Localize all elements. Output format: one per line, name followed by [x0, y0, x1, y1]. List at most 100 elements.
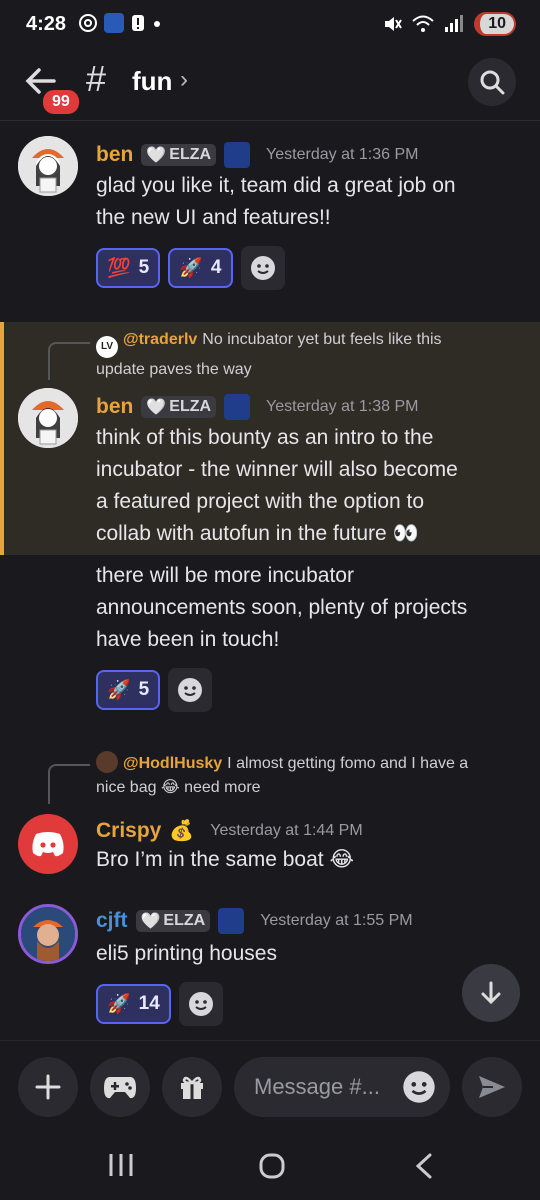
- status-notification-icons: [78, 13, 162, 33]
- heart-icon: 🤍: [140, 913, 161, 930]
- search-button[interactable]: [468, 58, 516, 106]
- reply-text: update paves the way: [96, 361, 252, 378]
- reaction-count: 4: [210, 257, 222, 278]
- add-reaction-button[interactable]: [240, 246, 285, 290]
- reaction-count: 14: [138, 993, 160, 1014]
- timestamp: Yesterday at 1:44 PM: [210, 821, 363, 839]
- username[interactable]: ben: [96, 395, 133, 419]
- server-tag[interactable]: 🤍 ELZA: [141, 144, 217, 166]
- reaction-emoji: 🚀: [107, 994, 131, 1015]
- reaction-count: 5: [138, 679, 150, 700]
- home-button[interactable]: [258, 1152, 286, 1185]
- reaction-emoji: 💯: [107, 258, 131, 279]
- reply-avatar: [96, 751, 118, 773]
- message-text: think of this bounty as an intro to the …: [96, 422, 516, 550]
- server-tag[interactable]: 🤍 ELZA: [141, 396, 217, 418]
- hash-icon: #: [86, 58, 107, 99]
- reaction-rocket[interactable]: 🚀 4: [168, 248, 233, 288]
- app-notification-icon: [104, 13, 124, 33]
- add-reaction-button[interactable]: [178, 982, 223, 1026]
- server-tag[interactable]: 🤍 ELZA: [135, 910, 211, 932]
- send-button[interactable]: [462, 1057, 522, 1117]
- message-text: glad you like it, team did a great job o…: [96, 170, 516, 234]
- text-line: eli5 printing houses: [96, 942, 277, 965]
- avatar[interactable]: [18, 904, 78, 964]
- avatar[interactable]: [18, 136, 78, 196]
- reaction-rocket[interactable]: 🚀 5: [96, 670, 161, 710]
- gift-button[interactable]: [162, 1057, 222, 1117]
- text-line: have been in touch!: [96, 628, 280, 651]
- reply-avatar: LV: [96, 336, 118, 358]
- timestamp: Yesterday at 1:36 PM: [266, 146, 419, 163]
- plus-icon: [35, 1074, 61, 1100]
- username[interactable]: cjft: [96, 909, 128, 933]
- discord-logo-icon: [32, 832, 64, 857]
- tag-label: ELZA: [163, 912, 206, 929]
- smiley-icon: [178, 678, 203, 702]
- channel-name[interactable]: fun: [132, 66, 172, 97]
- text-line: Bro I’m in the same boat 😂: [96, 848, 354, 871]
- add-reaction-button[interactable]: [168, 668, 213, 712]
- heart-icon: 🤍: [146, 147, 167, 164]
- message-header: ben 🤍 ELZA Yesterday at 1:36 PM: [96, 142, 418, 168]
- avatar[interactable]: [18, 388, 78, 448]
- reactions: 🚀 14: [96, 982, 223, 1026]
- reply-text: nice bag 😂 need more: [96, 779, 261, 796]
- username[interactable]: Crispy: [96, 819, 161, 843]
- text-line: the new UI and features!!: [96, 206, 331, 229]
- home-icon: [259, 1153, 285, 1179]
- reaction-100[interactable]: 💯 5: [96, 248, 161, 288]
- smiley-icon: [188, 992, 213, 1016]
- reply-connector: [48, 342, 90, 380]
- gift-icon: [181, 1076, 203, 1099]
- text-line: there will be more incubator: [96, 564, 354, 587]
- status-time: 4:28: [26, 13, 67, 35]
- reply-preview[interactable]: LV @traderlv No incubator yet but feels li…: [96, 328, 506, 382]
- message-header: cjft 🤍 ELZA Yesterday at 1:55 PM: [96, 908, 413, 934]
- activities-button[interactable]: [90, 1057, 150, 1117]
- message-text: eli5 printing houses: [96, 938, 516, 970]
- reaction-rocket[interactable]: 🚀 14: [96, 984, 171, 1024]
- chevron-right-icon[interactable]: ›: [180, 66, 188, 94]
- username[interactable]: ben: [96, 143, 133, 167]
- tag-label: ELZA: [169, 398, 212, 415]
- add-attachment-button[interactable]: [18, 1057, 78, 1117]
- message-input[interactable]: Message #...: [234, 1057, 450, 1117]
- text-line: think of this bounty as an intro to the: [96, 426, 434, 449]
- text-line: a featured project with the option to: [96, 490, 425, 513]
- recents-icon: [109, 1154, 133, 1176]
- emoji-button[interactable]: [402, 1070, 436, 1110]
- message-header: ben 🤍 ELZA Yesterday at 1:38 PM: [96, 394, 418, 420]
- header-divider: [0, 120, 540, 121]
- status-right: 10: [382, 12, 516, 36]
- text-line: collab with autofun in the future 👀: [96, 522, 419, 545]
- money-bag-icon: 💰: [169, 820, 195, 842]
- battery-indicator: 10: [474, 12, 516, 36]
- reply-connector: [48, 764, 90, 804]
- reaction-count: 5: [138, 257, 150, 278]
- heart-icon: 🤍: [146, 399, 167, 416]
- scroll-to-bottom-button[interactable]: [462, 964, 520, 1022]
- arrow-down-icon: [481, 981, 501, 1005]
- avatar[interactable]: [18, 814, 78, 874]
- search-icon: [480, 70, 505, 95]
- unread-badge: 99: [40, 87, 82, 117]
- text-line: incubator - the winner will also become: [96, 458, 458, 481]
- text-line: glad you like it, team did a great job o…: [96, 174, 456, 197]
- role-icon: [218, 908, 245, 934]
- send-icon: [479, 1076, 505, 1098]
- system-back-button[interactable]: [412, 1152, 436, 1185]
- smiley-icon: [250, 256, 275, 280]
- dot-icon: [154, 21, 160, 27]
- reply-username[interactable]: @HodlHusky: [123, 755, 222, 772]
- recent-apps-button[interactable]: [108, 1152, 134, 1183]
- reactions: 💯 5 🚀 4: [96, 246, 285, 290]
- reply-username[interactable]: @traderlv: [123, 331, 197, 348]
- message-text: Bro I’m in the same boat 😂: [96, 844, 516, 876]
- wifi-icon: [412, 15, 434, 32]
- reactions: 🚀 5: [96, 668, 213, 712]
- fingerprint-icon: [79, 14, 97, 32]
- reply-preview[interactable]: @HodlHusky I almost getting fomo and I ha…: [96, 751, 506, 800]
- reaction-emoji: 🚀: [179, 258, 203, 279]
- system-navigation-bar: [0, 1140, 540, 1200]
